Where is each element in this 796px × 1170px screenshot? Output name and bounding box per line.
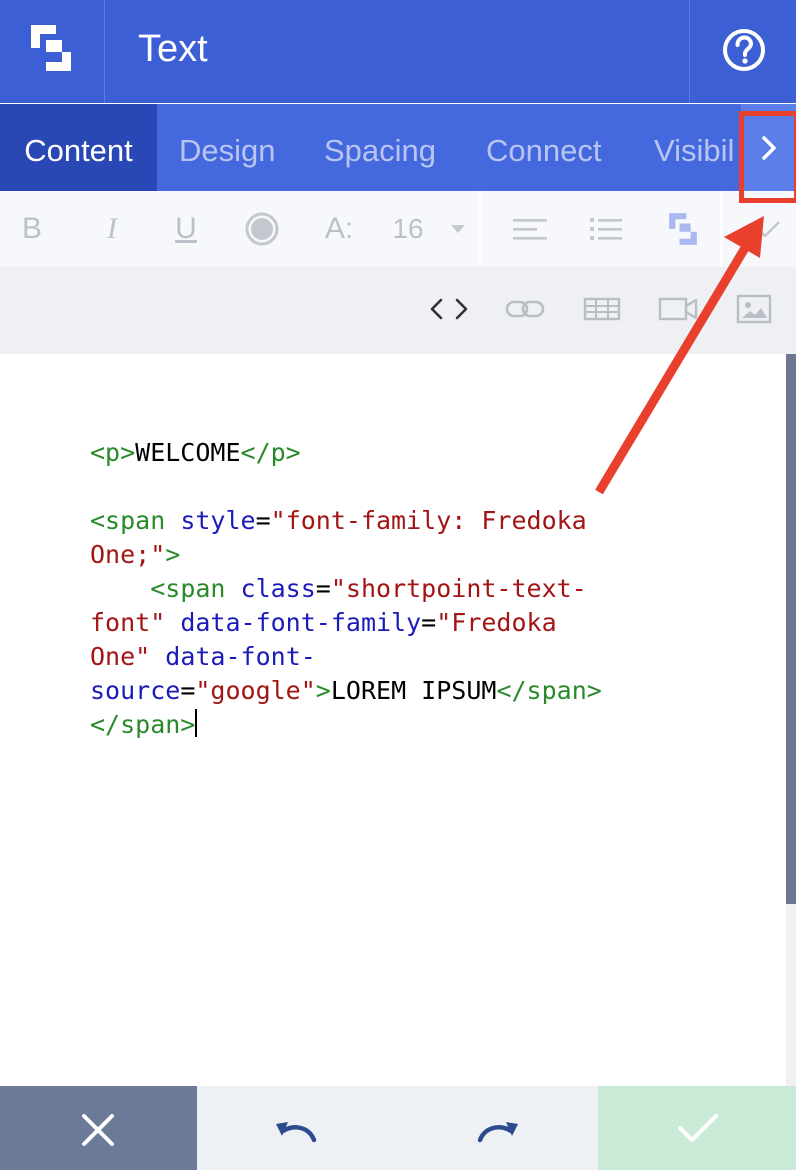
scrollbar-thumb[interactable] — [786, 354, 796, 904]
font-size-label: A: — [324, 212, 354, 245]
format-toolbar: B I U A: 16 — [0, 191, 796, 267]
help-circle-icon — [723, 29, 765, 71]
text-color-button[interactable] — [240, 191, 284, 267]
video-icon — [658, 297, 698, 321]
italic-button[interactable]: I — [92, 191, 132, 267]
close-icon — [82, 1114, 114, 1146]
redo-icon — [477, 1122, 518, 1143]
tab-design[interactable]: Design — [179, 104, 276, 191]
font-size-value[interactable]: 16 — [386, 191, 430, 267]
align-left-icon — [513, 219, 547, 240]
shortpoint-logo-icon — [31, 25, 71, 71]
confirm-button[interactable] — [598, 1086, 796, 1170]
align-button[interactable] — [508, 191, 552, 267]
link-button[interactable] — [502, 287, 548, 331]
code-line: </span> — [90, 709, 198, 739]
list-button[interactable] — [584, 191, 628, 267]
logo — [0, 0, 105, 103]
tab-content[interactable]: Content — [0, 104, 157, 191]
bottom-action-bar — [0, 1086, 796, 1170]
link-icon — [505, 300, 545, 318]
code-icon — [430, 298, 468, 320]
code-view-button[interactable] — [424, 287, 474, 331]
tab-spacing[interactable]: Spacing — [324, 104, 436, 191]
toolbar-divider — [720, 191, 722, 267]
code-line: source="google">LOREM IPSUM</span> — [90, 676, 602, 705]
tab-visibility[interactable]: Visibil — [654, 104, 734, 191]
code-content[interactable]: <p>WELCOME</p> <span style="font-family:… — [90, 436, 602, 742]
page-title: Text — [138, 28, 208, 70]
help-button[interactable] — [689, 0, 796, 103]
code-line: One" data-font- — [90, 642, 316, 671]
font-size-dropdown[interactable] — [444, 191, 472, 267]
table-icon — [583, 297, 621, 321]
color-circle-icon — [245, 212, 279, 246]
code-line: <span style="font-family: Fredoka — [90, 506, 587, 535]
image-button[interactable] — [732, 287, 776, 331]
bold-button[interactable]: B — [12, 191, 52, 267]
toolbar-divider — [479, 191, 481, 267]
insert-toolbar — [0, 267, 796, 354]
code-line: font" data-font-family="Fredoka — [90, 608, 557, 637]
code-line: One;"> — [90, 540, 181, 569]
caret-down-icon — [451, 225, 465, 233]
underline-button[interactable]: U — [166, 191, 206, 267]
image-icon — [736, 294, 772, 324]
code-line: <p>WELCOME</p> — [90, 438, 301, 467]
video-button[interactable] — [656, 287, 700, 331]
cancel-button[interactable] — [0, 1086, 197, 1170]
header: Text — [0, 0, 796, 103]
tab-bar: Content Design Spacing Connect Visibil — [0, 104, 796, 191]
shortpoint-logo-icon — [669, 213, 697, 245]
tab-connect[interactable]: Connect — [486, 104, 601, 191]
check-icon — [678, 1114, 718, 1142]
redo-button[interactable] — [397, 1086, 598, 1170]
table-button[interactable] — [580, 287, 624, 331]
annotation-highlight-box — [739, 111, 796, 203]
code-line: <span class="shortpoint-text- — [150, 574, 587, 603]
shortpoint-button[interactable] — [660, 191, 706, 267]
check-icon — [757, 221, 780, 238]
undo-icon — [276, 1122, 317, 1143]
bullet-list-icon — [590, 218, 622, 240]
undo-button[interactable] — [197, 1086, 397, 1170]
text-cursor — [195, 709, 198, 737]
